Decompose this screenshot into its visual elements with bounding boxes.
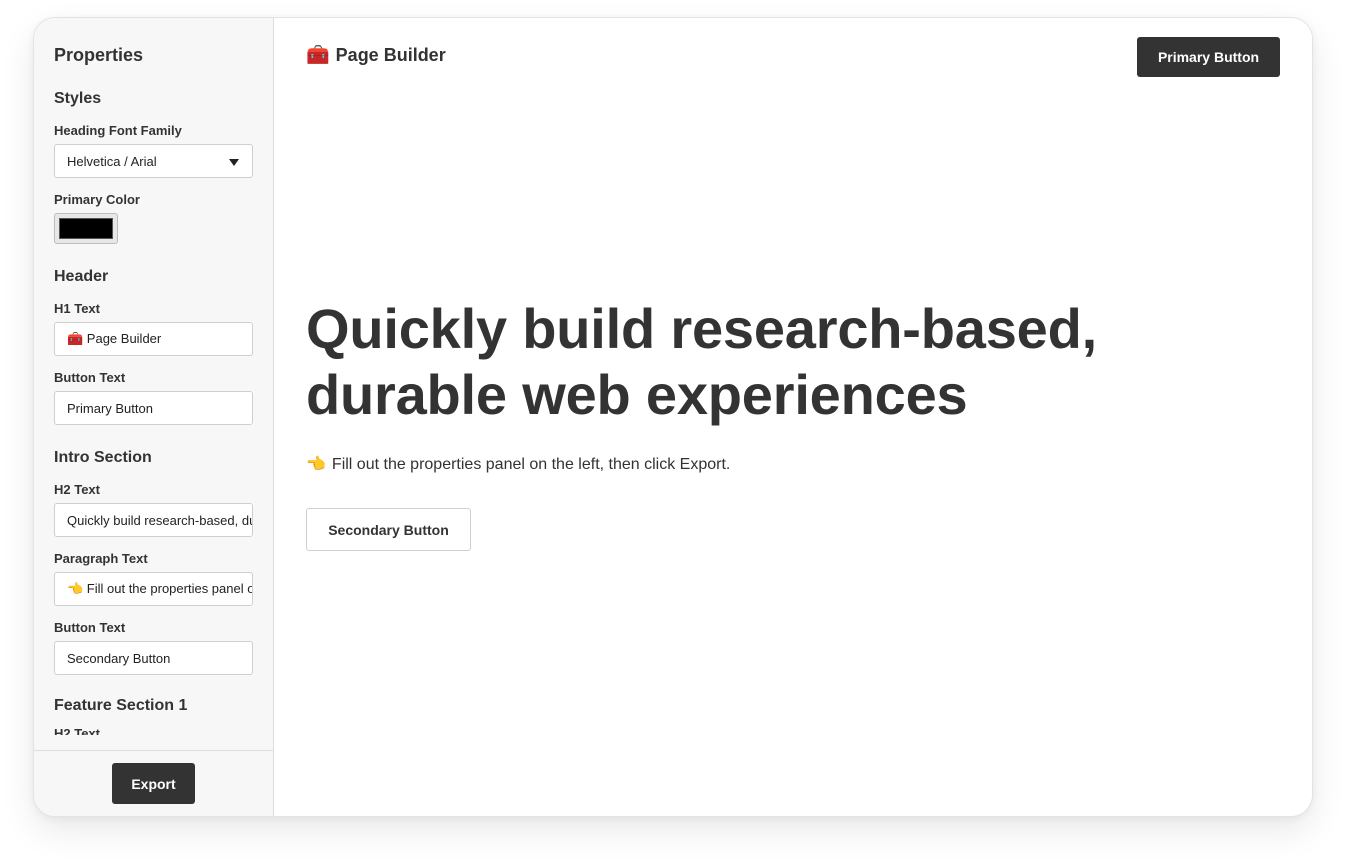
primary-color-label: Primary Color [54, 192, 140, 207]
h1-text-value: 🧰 Page Builder [67, 331, 162, 346]
h2-text-label: H2 Text [54, 482, 100, 497]
hero-title: Quickly build research-based, durable we… [306, 297, 1097, 426]
intro-button-text-input[interactable]: Secondary Button [54, 641, 253, 675]
feature-section-1-title: Feature Section 1 [54, 697, 188, 714]
hero-paragraph-text: Fill out the properties panel on the lef… [331, 456, 731, 473]
page-preview: 🧰 Page Builder Primary Button Quickly bu… [274, 18, 1312, 816]
primary-color-field: Primary Color [54, 192, 253, 244]
primary-color-picker[interactable] [54, 213, 118, 244]
heading-font-field: Heading Font Family Helvetica / Arial [54, 123, 253, 178]
sidebar-footer: Export [34, 750, 273, 816]
brand-title: 🧰 Page Builder [306, 44, 446, 66]
secondary-button[interactable]: Secondary Button [306, 508, 471, 551]
properties-scroll-area[interactable]: Properties Styles Heading Font Family He… [34, 18, 273, 750]
intro-button-text-field: Button Text Secondary Button [54, 620, 253, 675]
intro-hero: Quickly build research-based, durable we… [306, 296, 1206, 551]
intro-section: Intro Section H2 Text Quickly build rese… [54, 449, 253, 675]
header-button-text-value: Primary Button [67, 400, 153, 416]
intro-button-text-value: Secondary Button [67, 650, 171, 666]
primary-button[interactable]: Primary Button [1137, 37, 1280, 77]
h2-text-field: H2 Text Quickly build research-based, du… [54, 482, 253, 537]
paragraph-text-input[interactable]: 👈 Fill out the properties panel on the l… [54, 572, 253, 606]
pointing-left-icon: 👈 [306, 454, 326, 473]
styles-section: Styles Heading Font Family Helvetica / A… [54, 90, 253, 244]
caret-down-icon [229, 159, 239, 166]
heading-font-value: Helvetica / Arial [67, 153, 157, 169]
header-section: Header H1 Text 🧰 Page Builder Button Tex… [54, 268, 253, 425]
h1-text-input[interactable]: 🧰 Page Builder [54, 322, 253, 356]
header-section-title: Header [54, 268, 109, 285]
h1-text-field: H1 Text 🧰 Page Builder [54, 301, 253, 356]
app-window: Properties Styles Heading Font Family He… [33, 17, 1313, 817]
heading-font-label: Heading Font Family [54, 123, 182, 138]
intro-section-title: Intro Section [54, 449, 152, 466]
properties-title: Properties [54, 45, 144, 65]
styles-section-title: Styles [54, 90, 102, 107]
primary-color-fill [59, 218, 113, 239]
paragraph-text-field: Paragraph Text 👈 Fill out the properties… [54, 551, 253, 606]
paragraph-text-label: Paragraph Text [54, 551, 148, 566]
feature-h2-text-label: H2 Text [54, 726, 100, 735]
hero-paragraph: 👈 Fill out the properties panel on the le… [306, 454, 1206, 475]
toolbox-icon: 🧰 [306, 44, 330, 66]
header-button-text-input[interactable]: Primary Button [54, 391, 253, 425]
h2-text-value: Quickly build research-based, durable we… [67, 512, 252, 528]
paragraph-text-value: 👈 Fill out the properties panel on the l… [67, 581, 252, 596]
h2-text-input[interactable]: Quickly build research-based, durable we… [54, 503, 253, 537]
properties-sidebar: Properties Styles Heading Font Family He… [34, 18, 274, 816]
intro-button-text-label: Button Text [54, 620, 126, 635]
heading-font-select[interactable]: Helvetica / Arial [54, 144, 253, 178]
h1-text-label: H1 Text [54, 301, 100, 316]
header-button-text-label: Button Text [54, 370, 126, 385]
feature-section-1: Feature Section 1 H2 Text [54, 697, 253, 735]
brand-text: Page Builder [335, 45, 446, 65]
header-button-text-field: Button Text Primary Button [54, 370, 253, 425]
export-button[interactable]: Export [112, 763, 195, 804]
